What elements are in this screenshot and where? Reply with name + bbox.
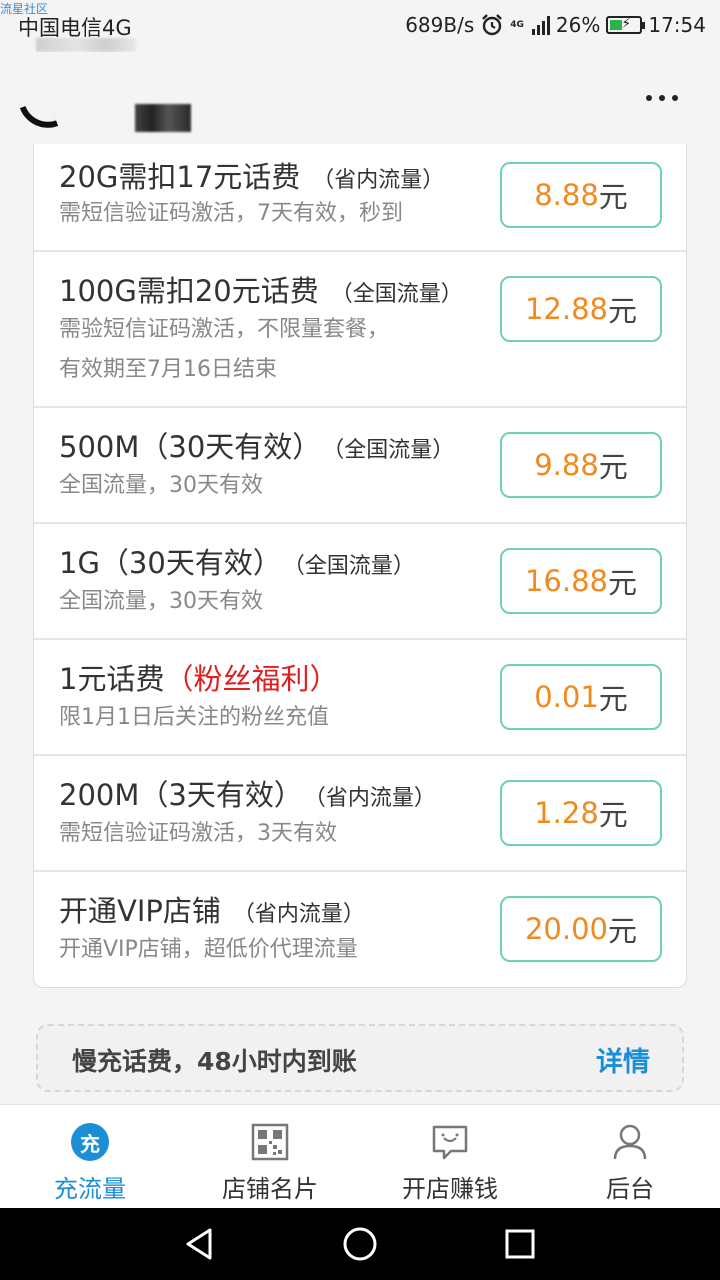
price-button[interactable]: 1.28 元: [500, 780, 662, 846]
app-header: [0, 52, 720, 144]
nav-recents-button[interactable]: [500, 1226, 540, 1262]
product-desc: 全国流量，30天有效: [59, 473, 263, 498]
tab-open-shop[interactable]: 开店赚钱: [360, 1105, 540, 1209]
recents-square-icon: [505, 1229, 535, 1259]
price-button[interactable]: 20.00 元: [500, 896, 662, 962]
price-button[interactable]: 12.88 元: [500, 276, 662, 342]
product-desc: 需短信验证码激活，3天有效: [59, 821, 337, 846]
price-button[interactable]: 9.88 元: [500, 432, 662, 498]
product-tag: （省内流量）: [232, 902, 365, 927]
bottom-tab-bar: 充 充流量 店铺名片 开店赚钱 后台: [0, 1104, 720, 1208]
tab-label: 开店赚钱: [402, 1175, 498, 1203]
qr-code-icon: [251, 1123, 289, 1161]
tab-shop-card[interactable]: 店铺名片: [180, 1105, 360, 1209]
product-row[interactable]: 20G需扣17元话费 （省内流量） 需短信验证码激活，7天有效，秒到 8.88 元: [34, 144, 686, 252]
product-desc: 限1月1日后关注的粉丝充值: [59, 705, 329, 730]
network-speed: 689B/s: [405, 13, 475, 37]
product-row[interactable]: 1元话费（粉丝福利） 限1月1日后关注的粉丝充值 0.01 元: [34, 640, 686, 756]
product-desc: 需短信验证码激活，7天有效，秒到: [59, 201, 403, 226]
tab-backend[interactable]: 后台: [540, 1105, 720, 1209]
product-title: 开通VIP店铺 （省内流量）: [59, 894, 365, 928]
network-type-label: 4G: [510, 19, 524, 30]
notice-text: 慢充话费，48小时内到账: [72, 1047, 357, 1076]
product-desc: 全国流量，30天有效: [59, 589, 263, 614]
product-tag: （省内流量）: [312, 168, 445, 193]
product-desc: 开通VIP店铺，超低价代理流量: [59, 937, 358, 962]
back-triangle-icon: [186, 1228, 212, 1260]
status-indicators: 689B/s 4G 26% ⚡ 17:54: [405, 11, 706, 39]
product-desc: 有效期至7月16日结束: [59, 357, 277, 382]
alarm-icon: [482, 14, 503, 36]
battery-percent: 26%: [555, 13, 601, 37]
clock: 17:54: [648, 13, 706, 37]
product-title: 200M（3天有效） （省内流量）: [59, 778, 436, 812]
tab-label: 店铺名片: [222, 1175, 318, 1203]
price-button[interactable]: 0.01 元: [500, 664, 662, 730]
details-link[interactable]: 详情: [596, 1040, 650, 1079]
charge-icon: 充: [71, 1123, 109, 1161]
tab-label: 充流量: [54, 1175, 126, 1203]
product-list: 20G需扣17元话费 （省内流量） 需短信验证码激活，7天有效，秒到 8.88 元 …: [33, 144, 687, 988]
blurred-title: [135, 104, 191, 132]
price-button[interactable]: 8.88 元: [500, 162, 662, 228]
signal-icon: [531, 15, 550, 35]
user-icon: [613, 1124, 647, 1160]
product-tag: （粉丝福利）: [164, 662, 339, 696]
product-row[interactable]: 100G需扣20元话费 （全国流量） 需验短信证码激活，不限量套餐， 有效期至7月…: [34, 252, 686, 408]
tab-label: 后台: [606, 1175, 654, 1203]
product-tag: （全国流量）: [293, 554, 415, 579]
product-title: 500M（30天有效） （全国流量）: [59, 430, 455, 464]
product-title: 20G需扣17元话费 （省内流量）: [59, 160, 445, 194]
nav-back-button[interactable]: [180, 1226, 220, 1262]
product-tag: （省内流量）: [314, 786, 436, 811]
product-title: 100G需扣20元话费 （全国流量）: [59, 274, 463, 308]
chat-bubble-icon: [432, 1125, 468, 1160]
product-title: 1元话费（粉丝福利）: [59, 662, 339, 696]
blurred-region: [36, 38, 136, 52]
product-row[interactable]: 开通VIP店铺 （省内流量） 开通VIP店铺，超低价代理流量 20.00 元: [34, 872, 686, 987]
product-title: 1G（30天有效） （全国流量）: [59, 546, 415, 580]
product-desc: 需验短信证码激活，不限量套餐，: [59, 317, 390, 342]
battery-icon: ⚡: [606, 16, 646, 34]
product-tag: （全国流量）: [330, 282, 463, 307]
more-icon: [646, 95, 652, 101]
logo-icon: [19, 97, 59, 137]
nav-home-button[interactable]: [340, 1226, 380, 1262]
product-row[interactable]: 1G（30天有效） （全国流量） 全国流量，30天有效 16.88 元: [34, 524, 686, 640]
status-bar: 流星社区 中国电信4G 689B/s 4G 26% ⚡ 17:54: [0, 0, 720, 52]
product-row[interactable]: 200M（3天有效） （省内流量） 需短信验证码激活，3天有效 1.28 元: [34, 756, 686, 872]
more-options-button[interactable]: [642, 78, 682, 118]
tab-recharge[interactable]: 充 充流量: [0, 1105, 180, 1209]
product-tag: （全国流量）: [333, 438, 455, 463]
product-row[interactable]: 500M（30天有效） （全国流量） 全国流量，30天有效 9.88 元: [34, 408, 686, 524]
system-nav-bar: [0, 1208, 720, 1280]
home-circle-icon: [343, 1227, 377, 1261]
notice-banner: 慢充话费，48小时内到账 详情: [36, 1024, 684, 1092]
price-button[interactable]: 16.88 元: [500, 548, 662, 614]
